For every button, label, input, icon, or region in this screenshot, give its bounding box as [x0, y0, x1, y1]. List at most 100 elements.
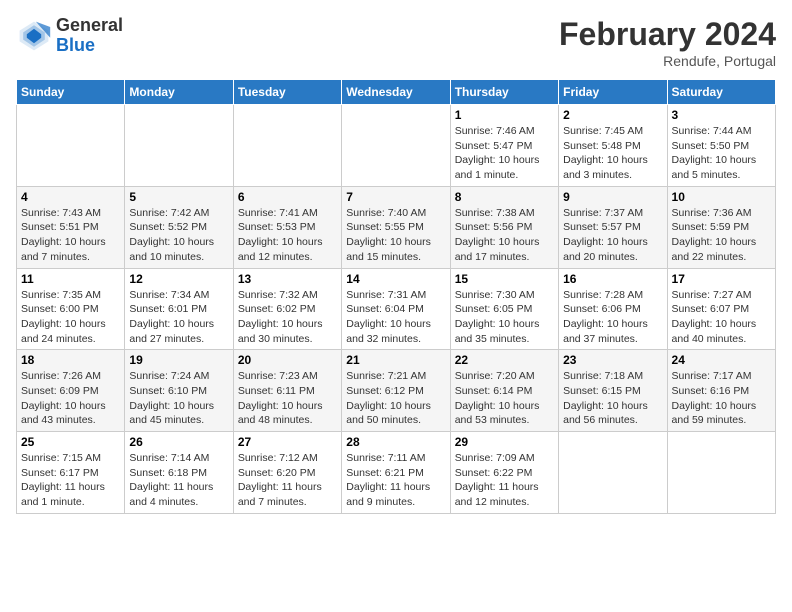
calendar-cell: [233, 105, 341, 187]
day-info: Sunrise: 7:24 AM Sunset: 6:10 PM Dayligh…: [129, 369, 228, 428]
col-header-monday: Monday: [125, 80, 233, 105]
calendar-week-4: 18 Sunrise: 7:26 AM Sunset: 6:09 PM Dayli…: [17, 350, 776, 432]
day-number: 13: [238, 272, 337, 286]
day-number: 24: [672, 353, 771, 367]
day-info: Sunrise: 7:43 AM Sunset: 5:51 PM Dayligh…: [21, 206, 120, 265]
calendar-cell: 23 Sunrise: 7:18 AM Sunset: 6:15 PM Dayli…: [559, 350, 667, 432]
day-number: 20: [238, 353, 337, 367]
day-info: Sunrise: 7:17 AM Sunset: 6:16 PM Dayligh…: [672, 369, 771, 428]
calendar-cell: 29 Sunrise: 7:09 AM Sunset: 6:22 PM Dayli…: [450, 432, 558, 514]
location-subtitle: Rendufe, Portugal: [559, 53, 776, 69]
day-info: Sunrise: 7:26 AM Sunset: 6:09 PM Dayligh…: [21, 369, 120, 428]
day-info: Sunrise: 7:34 AM Sunset: 6:01 PM Dayligh…: [129, 288, 228, 347]
calendar-cell: 9 Sunrise: 7:37 AM Sunset: 5:57 PM Daylig…: [559, 186, 667, 268]
calendar-cell: 7 Sunrise: 7:40 AM Sunset: 5:55 PM Daylig…: [342, 186, 450, 268]
day-number: 18: [21, 353, 120, 367]
calendar-cell: 15 Sunrise: 7:30 AM Sunset: 6:05 PM Dayli…: [450, 268, 558, 350]
day-info: Sunrise: 7:35 AM Sunset: 6:00 PM Dayligh…: [21, 288, 120, 347]
day-info: Sunrise: 7:12 AM Sunset: 6:20 PM Dayligh…: [238, 451, 337, 510]
day-info: Sunrise: 7:42 AM Sunset: 5:52 PM Dayligh…: [129, 206, 228, 265]
day-number: 19: [129, 353, 228, 367]
day-info: Sunrise: 7:32 AM Sunset: 6:02 PM Dayligh…: [238, 288, 337, 347]
calendar-cell: [125, 105, 233, 187]
calendar-cell: 4Sunrise: 7:43 AM Sunset: 5:51 PM Daylig…: [17, 186, 125, 268]
logo: General Blue: [16, 16, 123, 56]
day-number: 26: [129, 435, 228, 449]
col-header-friday: Friday: [559, 80, 667, 105]
day-info: Sunrise: 7:09 AM Sunset: 6:22 PM Dayligh…: [455, 451, 554, 510]
calendar-cell: 10Sunrise: 7:36 AM Sunset: 5:59 PM Dayli…: [667, 186, 775, 268]
day-number: 2: [563, 108, 662, 122]
day-info: Sunrise: 7:18 AM Sunset: 6:15 PM Dayligh…: [563, 369, 662, 428]
day-number: 14: [346, 272, 445, 286]
day-number: 23: [563, 353, 662, 367]
day-info: Sunrise: 7:44 AM Sunset: 5:50 PM Dayligh…: [672, 124, 771, 183]
day-number: 9: [563, 190, 662, 204]
calendar-header-row: SundayMondayTuesdayWednesdayThursdayFrid…: [17, 80, 776, 105]
day-info: Sunrise: 7:45 AM Sunset: 5:48 PM Dayligh…: [563, 124, 662, 183]
col-header-saturday: Saturday: [667, 80, 775, 105]
calendar-cell: 20 Sunrise: 7:23 AM Sunset: 6:11 PM Dayli…: [233, 350, 341, 432]
day-number: 17: [672, 272, 771, 286]
day-info: Sunrise: 7:23 AM Sunset: 6:11 PM Dayligh…: [238, 369, 337, 428]
day-number: 27: [238, 435, 337, 449]
day-info: Sunrise: 7:11 AM Sunset: 6:21 PM Dayligh…: [346, 451, 445, 510]
calendar-cell: [667, 432, 775, 514]
col-header-thursday: Thursday: [450, 80, 558, 105]
calendar-cell: 24 Sunrise: 7:17 AM Sunset: 6:16 PM Dayli…: [667, 350, 775, 432]
day-info: Sunrise: 7:46 AM Sunset: 5:47 PM Dayligh…: [455, 124, 554, 183]
calendar-cell: 28 Sunrise: 7:11 AM Sunset: 6:21 PM Dayli…: [342, 432, 450, 514]
day-info: Sunrise: 7:28 AM Sunset: 6:06 PM Dayligh…: [563, 288, 662, 347]
calendar-cell: 8 Sunrise: 7:38 AM Sunset: 5:56 PM Daylig…: [450, 186, 558, 268]
calendar-cell: 21 Sunrise: 7:21 AM Sunset: 6:12 PM Dayli…: [342, 350, 450, 432]
calendar-cell: 25 Sunrise: 7:15 AM Sunset: 6:17 PM Dayli…: [17, 432, 125, 514]
day-number: 28: [346, 435, 445, 449]
day-info: Sunrise: 7:21 AM Sunset: 6:12 PM Dayligh…: [346, 369, 445, 428]
calendar-cell: 14 Sunrise: 7:31 AM Sunset: 6:04 PM Dayli…: [342, 268, 450, 350]
day-info: Sunrise: 7:15 AM Sunset: 6:17 PM Dayligh…: [21, 451, 120, 510]
calendar-cell: 18 Sunrise: 7:26 AM Sunset: 6:09 PM Dayli…: [17, 350, 125, 432]
calendar-cell: [559, 432, 667, 514]
calendar-cell: 2 Sunrise: 7:45 AM Sunset: 5:48 PM Daylig…: [559, 105, 667, 187]
calendar-cell: 17Sunrise: 7:27 AM Sunset: 6:07 PM Dayli…: [667, 268, 775, 350]
calendar-cell: 11 Sunrise: 7:35 AM Sunset: 6:00 PM Dayli…: [17, 268, 125, 350]
day-info: Sunrise: 7:37 AM Sunset: 5:57 PM Dayligh…: [563, 206, 662, 265]
day-info: Sunrise: 7:20 AM Sunset: 6:14 PM Dayligh…: [455, 369, 554, 428]
page-header: General Blue February 2024 Rendufe, Port…: [16, 16, 776, 69]
calendar-cell: [342, 105, 450, 187]
title-block: February 2024 Rendufe, Portugal: [559, 16, 776, 69]
calendar-cell: 3 Sunrise: 7:44 AM Sunset: 5:50 PM Daylig…: [667, 105, 775, 187]
logo-text: General Blue: [56, 16, 123, 56]
calendar-week-3: 11 Sunrise: 7:35 AM Sunset: 6:00 PM Dayli…: [17, 268, 776, 350]
calendar-cell: 6 Sunrise: 7:41 AM Sunset: 5:53 PM Daylig…: [233, 186, 341, 268]
day-number: 6: [238, 190, 337, 204]
calendar-cell: 19 Sunrise: 7:24 AM Sunset: 6:10 PM Dayli…: [125, 350, 233, 432]
day-info: Sunrise: 7:30 AM Sunset: 6:05 PM Dayligh…: [455, 288, 554, 347]
day-info: Sunrise: 7:38 AM Sunset: 5:56 PM Dayligh…: [455, 206, 554, 265]
calendar-cell: 1Sunrise: 7:46 AM Sunset: 5:47 PM Daylig…: [450, 105, 558, 187]
calendar-week-5: 25 Sunrise: 7:15 AM Sunset: 6:17 PM Dayli…: [17, 432, 776, 514]
day-number: 15: [455, 272, 554, 286]
logo-blue: Blue: [56, 36, 123, 56]
day-number: 3: [672, 108, 771, 122]
day-info: Sunrise: 7:41 AM Sunset: 5:53 PM Dayligh…: [238, 206, 337, 265]
day-number: 7: [346, 190, 445, 204]
day-number: 12: [129, 272, 228, 286]
month-title: February 2024: [559, 16, 776, 53]
day-number: 21: [346, 353, 445, 367]
calendar-cell: [17, 105, 125, 187]
day-number: 8: [455, 190, 554, 204]
day-number: 29: [455, 435, 554, 449]
day-number: 22: [455, 353, 554, 367]
col-header-tuesday: Tuesday: [233, 80, 341, 105]
day-number: 10: [672, 190, 771, 204]
calendar-cell: 5Sunrise: 7:42 AM Sunset: 5:52 PM Daylig…: [125, 186, 233, 268]
calendar-cell: 27 Sunrise: 7:12 AM Sunset: 6:20 PM Dayli…: [233, 432, 341, 514]
day-info: Sunrise: 7:14 AM Sunset: 6:18 PM Dayligh…: [129, 451, 228, 510]
day-number: 25: [21, 435, 120, 449]
day-info: Sunrise: 7:31 AM Sunset: 6:04 PM Dayligh…: [346, 288, 445, 347]
day-number: 11: [21, 272, 120, 286]
day-info: Sunrise: 7:40 AM Sunset: 5:55 PM Dayligh…: [346, 206, 445, 265]
calendar-cell: 12 Sunrise: 7:34 AM Sunset: 6:01 PM Dayli…: [125, 268, 233, 350]
calendar-table: SundayMondayTuesdayWednesdayThursdayFrid…: [16, 79, 776, 514]
